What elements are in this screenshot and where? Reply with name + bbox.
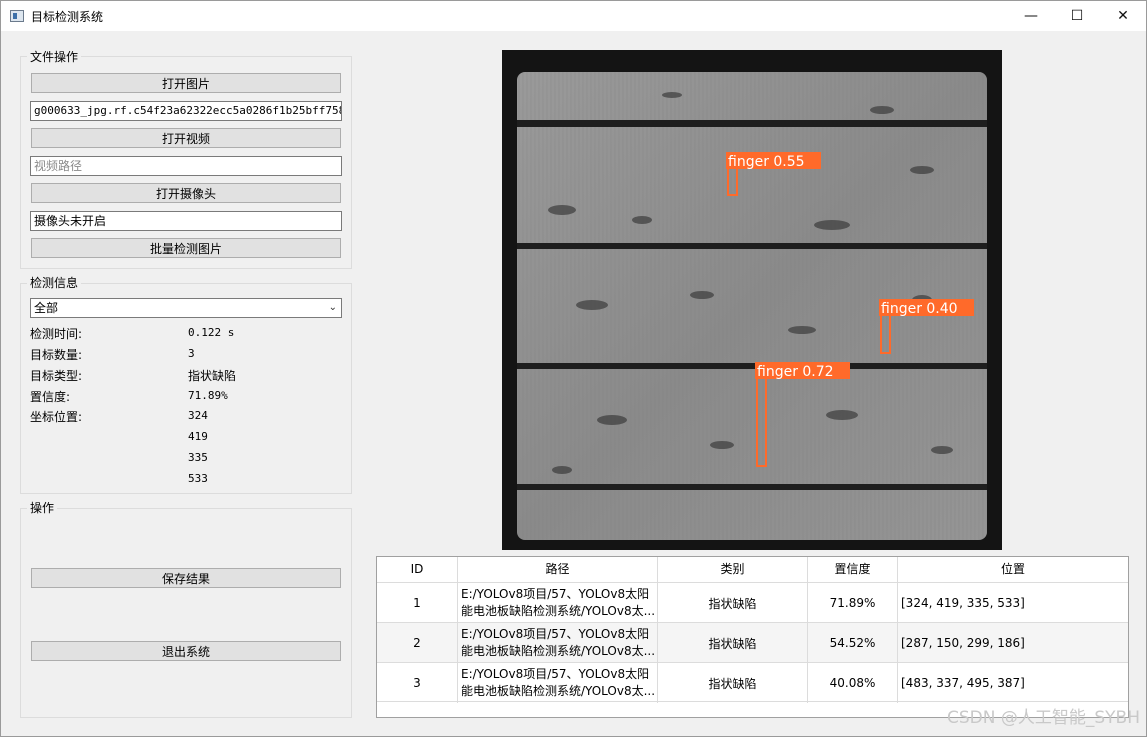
table-header: ID 路径 类别 置信度 位置 [377,557,1128,582]
target-filter-value: 全部 [34,301,59,315]
detect-info-title: 检测信息 [27,274,82,291]
cell-path: E:/YOLOv8项目/57、YOLOv8太阳 能电池板缺陷检测系统/YOLOv8… [457,623,657,663]
position-label: 坐标位置: [30,410,83,424]
image-path-field[interactable]: g000633_jpg.rf.c54f23a62322ecc5a0286f1b2… [30,101,342,121]
camera-status-field[interactable]: 摄像头未开启 [30,211,342,231]
cell-path-line2: 能电池板缺陷检测系统/YOLOv8太... [461,644,656,658]
table-row[interactable]: 2 E:/YOLOv8项目/57、YOLOv8太阳 能电池板缺陷检测系统/YOLO… [377,622,1128,663]
video-path-field[interactable]: 视频路径 [30,156,342,176]
window-title: 目标检测系统 [31,10,104,24]
cell-confidence: 54.52% [807,623,897,663]
results-table: ID 路径 类别 置信度 位置 1 E:/YOLOv8项目/57、YOLOv8太… [376,556,1129,718]
position-ymin: 419 [188,430,208,443]
cell-confidence: 71.89% [807,583,897,623]
table-row[interactable]: 1 E:/YOLOv8项目/57、YOLOv8太阳 能电池板缺陷检测系统/YOLO… [377,582,1128,623]
exit-system-button[interactable]: 退出系统 [31,641,341,661]
cell-position: [287, 150, 299, 186] [897,623,1128,663]
cell-path-line2: 能电池板缺陷检测系统/YOLOv8太... [461,604,656,618]
confidence-label: 置信度: [30,390,71,404]
watermark: CSDN @人工智能_SYBH [947,708,1140,728]
ops-title: 操作 [27,499,58,516]
header-path: 路径 [545,562,570,576]
header-position: 位置 [1000,562,1025,576]
target-type-value: 指状缺陷 [188,369,237,383]
cell-class: 指状缺陷 [657,663,807,703]
header-id: ID [410,562,424,576]
cell-class: 指状缺陷 [657,583,807,623]
cell-path-line1: E:/YOLOv8项目/57、YOLOv8太阳 [461,667,650,681]
cell-position: [483, 337, 495, 387] [897,663,1128,703]
cell-path-line2: 能电池板缺陷检测系统/YOLOv8太... [461,684,656,698]
position-ymax: 533 [188,472,208,485]
close-button[interactable]: ✕ [1100,1,1146,31]
cell-path-line1: E:/YOLOv8项目/57、YOLOv8太阳 [461,627,650,641]
cell-path: E:/YOLOv8项目/57、YOLOv8太阳 能电池板缺陷检测系统/YOLOv8… [457,583,657,623]
maximize-button[interactable]: ☐ [1054,1,1100,31]
cell-path-line1: E:/YOLOv8项目/57、YOLOv8太阳 [461,587,650,601]
busbar [517,484,987,490]
batch-detect-button[interactable]: 批量检测图片 [31,238,341,258]
cell-id: 3 [413,676,421,690]
position-xmax: 335 [188,451,208,464]
chevron-down-icon: ⌄ [328,302,337,313]
app-window: 目标检测系统 — ☐ ✕ 文件操作 打开图片 g000633_jpg.rf.c5… [0,0,1147,737]
target-count-value: 3 [188,347,195,360]
cell-path: E:/YOLOv8项目/57、YOLOv8太阳 能电池板缺陷检测系统/YOLOv8… [457,663,657,703]
confidence-value: 71.89% [188,389,228,402]
save-result-button[interactable]: 保存结果 [31,568,341,588]
busbar [517,363,987,369]
minimize-button[interactable]: — [1008,1,1054,31]
detection-image: finger 0.55 finger 0.40 finger 0.72 [502,50,1002,550]
detect-time-value: 0.122 s [188,326,235,339]
open-video-button[interactable]: 打开视频 [31,128,341,148]
open-camera-button[interactable]: 打开摄像头 [31,183,341,203]
file-ops-title: 文件操作 [27,48,82,65]
busbar [517,120,987,127]
target-type-label: 目标类型: [30,369,83,383]
target-count-label: 目标数量: [30,348,83,362]
detection-label-3: finger 0.72 [757,364,834,380]
position-xmin: 324 [188,409,208,422]
table-row[interactable]: 3 E:/YOLOv8项目/57、YOLOv8太阳 能电池板缺陷检测系统/YOLO… [377,662,1128,703]
cell-position: [324, 419, 335, 533] [897,583,1128,623]
cell-id: 2 [413,636,421,650]
title-bar: 目标检测系统 — ☐ ✕ [1,1,1146,31]
app-icon [10,10,24,22]
cell-class: 指状缺陷 [657,623,807,663]
open-image-button[interactable]: 打开图片 [31,73,341,93]
busbar [517,243,987,249]
header-class: 类别 [720,562,745,576]
detection-label-2: finger 0.40 [881,301,958,317]
cell-confidence: 40.08% [807,663,897,703]
detection-label-1: finger 0.55 [728,154,805,170]
detect-time-label: 检测时间: [30,327,83,341]
target-filter-select[interactable]: 全部 ⌄ [30,298,342,318]
header-confidence: 置信度 [834,562,871,576]
cell-id: 1 [413,596,421,610]
ops-group [20,508,352,718]
